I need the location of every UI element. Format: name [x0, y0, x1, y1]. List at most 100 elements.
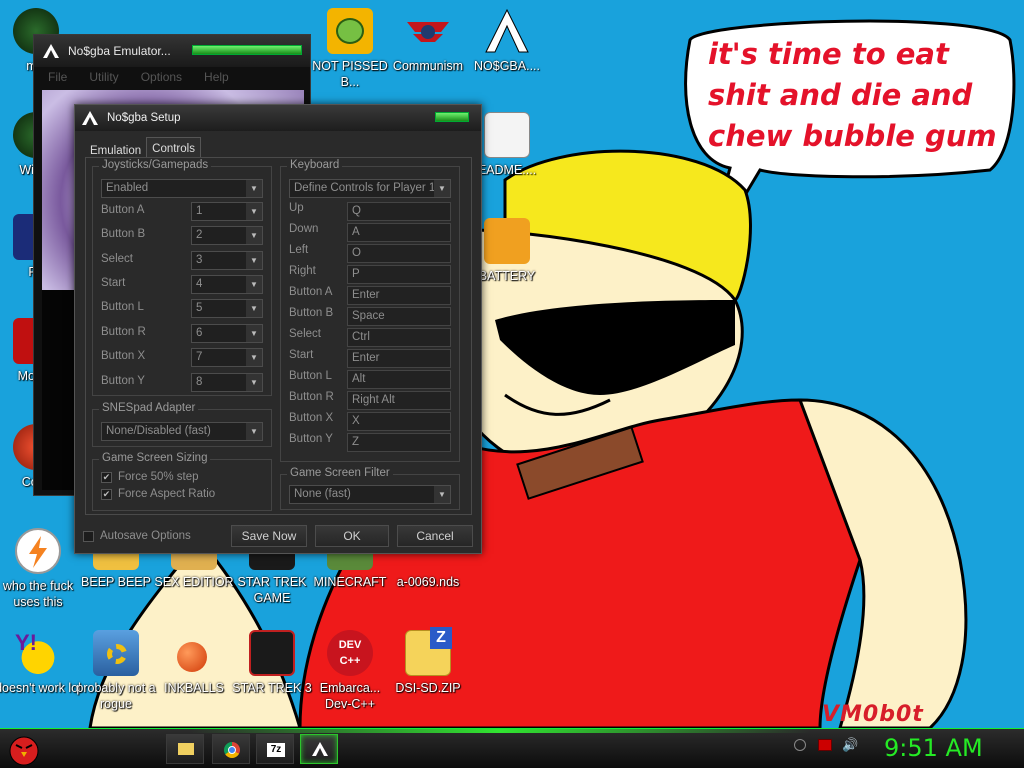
key-field-button-r[interactable]: Right Alt	[347, 391, 451, 410]
joy-select-start[interactable]: 4 ▼	[191, 275, 263, 294]
key-field-button-x[interactable]: X	[347, 412, 451, 431]
snespad-group-title: SNESpad Adapter	[99, 402, 199, 414]
force-50-step-checkbox[interactable]: ✔ Force 50% step	[101, 471, 199, 483]
desktop-icon-not-pissed[interactable]: NOT PISSED B...	[306, 8, 394, 90]
key-label-left: Left	[289, 244, 309, 256]
key-label-button-r: Button R	[289, 391, 334, 403]
nogba-icon	[484, 8, 530, 54]
taskbar-clock[interactable]: 9:51 AM	[884, 734, 983, 762]
taskbar-7zip-button[interactable]: 7z	[256, 734, 294, 764]
ok-button[interactable]: OK	[315, 525, 389, 547]
dev-cpp-icon: DEV C++	[327, 630, 373, 676]
joy-select-select[interactable]: 3 ▼	[191, 251, 263, 270]
chevron-down-icon: ▼	[246, 349, 262, 366]
setup-dialog: No$gba Setup Emulation Controls Joystick…	[74, 104, 482, 554]
key-field-select[interactable]: Ctrl	[347, 328, 451, 347]
joy-label-button-a: Button A	[101, 204, 145, 216]
joystick-mode-select[interactable]: Enabled ▼	[101, 179, 263, 198]
key-field-left[interactable]: O	[347, 244, 451, 263]
winamp-icon	[15, 528, 61, 574]
show-hidden-icons-icon[interactable]	[794, 739, 806, 751]
filter-group-title: Game Screen Filter	[287, 467, 393, 479]
joy-value: 4	[196, 278, 203, 290]
key-field-button-b[interactable]: Space	[347, 307, 451, 326]
autosave-options-checkbox[interactable]: Autosave Options	[83, 530, 191, 542]
force-aspect-ratio-label: Force Aspect Ratio	[118, 488, 216, 500]
snespad-select[interactable]: None/Disabled (fast) ▼	[101, 422, 263, 441]
desktop-icon-winamp[interactable]: who the fuck uses this	[0, 528, 82, 610]
joy-label-button-y: Button Y	[101, 375, 145, 387]
folder-icon	[484, 218, 530, 264]
joy-select-button-r[interactable]: 6 ▼	[191, 324, 263, 343]
taskbar-explorer-button[interactable]	[166, 734, 204, 764]
desktop-icon-communism[interactable]: Communism	[384, 8, 472, 74]
key-field-down[interactable]: A	[347, 223, 451, 242]
joy-select-button-l[interactable]: 5 ▼	[191, 299, 263, 318]
desktop-icon-rogue[interactable]: probably not a rogue	[72, 630, 160, 712]
angry-bird-icon	[9, 736, 39, 766]
menu-utility[interactable]: Utility	[89, 70, 118, 84]
angry-birds-pig-icon	[327, 8, 373, 54]
volume-icon[interactable]: 🔊	[842, 738, 858, 753]
nogba-logo-icon	[43, 44, 59, 58]
star-wars-icon	[249, 630, 295, 676]
key-label-right: Right	[289, 265, 316, 277]
filter-select[interactable]: None (fast) ▼	[289, 485, 451, 504]
document-icon	[484, 112, 530, 158]
start-button[interactable]	[4, 731, 44, 767]
joy-value: 2	[196, 229, 203, 241]
emulator-title: No$gba Emulator...	[68, 44, 171, 58]
tab-controls[interactable]: Controls	[146, 137, 201, 157]
desktop-icon-inkballs[interactable]: INKBALLS	[150, 630, 238, 696]
joy-select-button-y[interactable]: 8 ▼	[191, 373, 263, 392]
sizing-group-title: Game Screen Sizing	[99, 452, 211, 464]
menu-help[interactable]: Help	[204, 70, 229, 84]
setup-titlebar[interactable]: No$gba Setup	[75, 105, 481, 131]
key-field-button-l[interactable]: Alt	[347, 370, 451, 389]
key-field-button-a[interactable]: Enter	[347, 286, 451, 305]
force-aspect-ratio-checkbox[interactable]: ✔ Force Aspect Ratio	[101, 488, 215, 500]
key-label-button-l: Button L	[289, 370, 332, 382]
joy-label-button-x: Button X	[101, 350, 146, 362]
taskbar-nogba-button[interactable]	[300, 734, 338, 764]
desktop-icon-yahoo[interactable]: Y! doesn't work lol	[0, 630, 82, 696]
chevron-down-icon: ▼	[246, 300, 262, 317]
player-select-value: Define Controls for Player 1	[294, 182, 436, 194]
checkmark-icon: ✔	[101, 471, 112, 483]
desktop-icon-star-trek-3[interactable]: STAR TREK 3	[228, 630, 316, 696]
menu-options[interactable]: Options	[141, 70, 182, 84]
zip-folder-icon: Z	[405, 627, 452, 676]
joy-select-button-x[interactable]: 7 ▼	[191, 348, 263, 367]
joy-value: 7	[196, 351, 203, 363]
joy-select-button-a[interactable]: 1 ▼	[191, 202, 263, 221]
checkbox-icon	[83, 530, 94, 542]
chevron-down-icon: ▼	[246, 325, 262, 342]
inkball-icon	[171, 630, 217, 676]
cancel-button[interactable]: Cancel	[397, 525, 473, 547]
player-select[interactable]: Define Controls for Player 1 ▼	[289, 179, 451, 198]
desktop-icon-dev-cpp[interactable]: DEV C++ Embarca... Dev-C++	[306, 630, 394, 712]
action-center-icon[interactable]	[818, 739, 832, 751]
save-now-button[interactable]: Save Now	[231, 525, 307, 547]
desktop-icon-dsi-sd-zip[interactable]: Z DSI-SD.ZIP	[384, 627, 472, 696]
key-field-up[interactable]: Q	[347, 202, 451, 221]
chevron-down-icon: ▼	[246, 180, 262, 197]
menu-file[interactable]: File	[48, 70, 67, 84]
key-field-start[interactable]: Enter	[347, 349, 451, 368]
filter-value: None (fast)	[294, 488, 351, 500]
desktop-icon-nogba[interactable]: NO$GBA....	[463, 8, 551, 74]
emulator-window-controls[interactable]	[192, 45, 302, 55]
key-field-right[interactable]: P	[347, 265, 451, 284]
close-button[interactable]	[435, 112, 469, 122]
key-field-button-y[interactable]: Z	[347, 433, 451, 452]
nogba-logo-icon	[82, 111, 98, 125]
nogba-icon	[312, 742, 328, 756]
joy-select-button-b[interactable]: 2 ▼	[191, 226, 263, 245]
joy-value: 1	[196, 205, 203, 217]
chevron-down-icon: ▼	[246, 227, 262, 244]
key-label-button-x: Button X	[289, 412, 334, 424]
snespad-group: SNESpad Adapter None/Disabled (fast) ▼	[92, 402, 272, 447]
autosave-options-label: Autosave Options	[100, 530, 191, 542]
taskbar-chrome-button[interactable]	[212, 734, 250, 764]
chevron-down-icon: ▼	[246, 203, 262, 220]
